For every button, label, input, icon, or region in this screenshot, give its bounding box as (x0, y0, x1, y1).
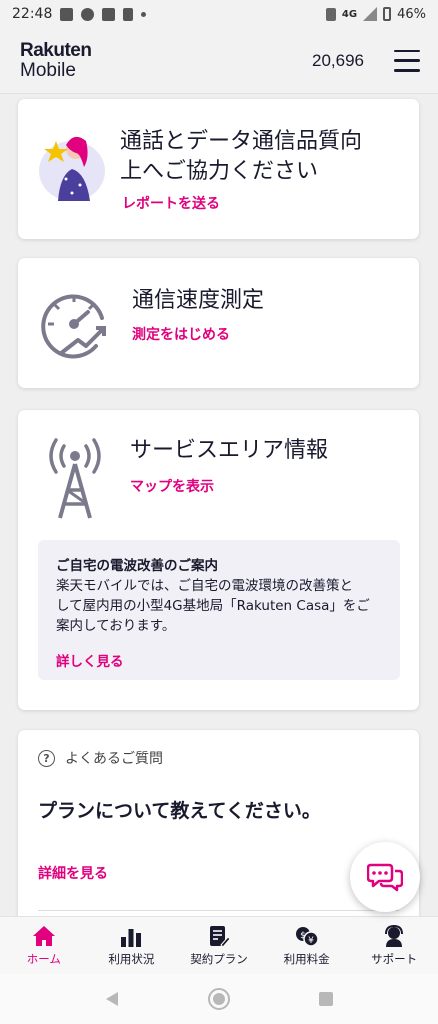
faq-question[interactable]: プランについて教えてください。 (38, 796, 321, 823)
nav-support[interactable]: サポート (350, 917, 438, 974)
nav-usage[interactable]: 利用状況 (88, 917, 176, 974)
settings-notification-icon (81, 7, 95, 21)
nav-fees[interactable]: $ ¥ 利用料金 (263, 917, 351, 974)
notice-details-link[interactable]: 詳しく見る (56, 650, 124, 670)
vibrate-icon (325, 7, 336, 21)
signal-icon (363, 7, 378, 21)
woman-with-star-illustration (39, 136, 105, 201)
support-icon (385, 924, 404, 947)
speed-test-title: 通信速度測定 (132, 288, 265, 313)
fee-icon: $ ¥ (295, 926, 319, 947)
speedometer-icon (41, 294, 106, 359)
svg-text:¥: ¥ (308, 936, 314, 946)
recents-icon[interactable] (318, 991, 334, 1007)
show-map-link[interactable]: マップを表示 (130, 476, 214, 496)
image-notification-icon (60, 7, 74, 21)
faq-divider (38, 910, 399, 911)
home-icon (32, 925, 55, 946)
points-balance[interactable]: 20,696 (312, 51, 364, 71)
quality-report-title: 通話とデータ通信品質向 上へご協力ください (120, 129, 363, 184)
main-content[interactable]: 通話とデータ通信品質向 上へご協力ください レポートを送る 通信速度測定 測定を… (0, 94, 438, 916)
faq-details-link[interactable]: 詳細を見る (38, 863, 108, 883)
bar-chart-icon (121, 928, 142, 947)
question-icon: ? (38, 749, 55, 767)
nav-support-label: サポート (371, 951, 418, 966)
nav-home-label: ホーム (26, 951, 61, 966)
nav-usage-label: 利用状況 (108, 951, 155, 966)
sim-notification-icon (123, 7, 134, 21)
chat-button[interactable] (350, 842, 420, 912)
app-header: Rakuten Mobile 20,696 (0, 28, 438, 94)
quality-report-card[interactable]: 通話とデータ通信品質向 上へご協力ください レポートを送る (18, 99, 419, 239)
network-type: 4G (341, 8, 358, 20)
system-navigation-bar (0, 974, 438, 1024)
home-button-icon[interactable] (207, 987, 231, 1011)
hamburger-icon[interactable] (394, 49, 420, 72)
notice-title: ご自宅の電波改善のご案内 (56, 558, 218, 574)
more-notifications-icon (141, 11, 147, 17)
battery-icon (383, 7, 392, 21)
antenna-tower-icon (49, 438, 101, 519)
news-notification-icon (102, 7, 116, 21)
send-report-link[interactable]: レポートを送る (122, 193, 220, 213)
service-area-card[interactable]: サービスエリア情報 マップを表示 ご自宅の電波改善のご案内 楽天モバイルでは、ご… (18, 410, 419, 710)
faq-header: ? よくあるご質問 (38, 748, 163, 768)
nav-fees-label: 利用料金 (283, 951, 330, 966)
nav-plan-label: 契約プラン (190, 951, 248, 966)
chat-bubbles-icon (367, 863, 403, 892)
nav-plan[interactable]: 契約プラン (175, 917, 263, 974)
rakuten-mobile-logo[interactable]: Rakuten Mobile (20, 40, 92, 81)
back-icon[interactable] (104, 991, 120, 1007)
speed-test-card[interactable]: 通信速度測定 測定をはじめる (18, 258, 419, 388)
start-measure-link[interactable]: 測定をはじめる (132, 324, 230, 344)
nav-home[interactable]: ホーム (0, 917, 88, 974)
notice-body: 楽天モバイルでは、ご自宅の電波環境の改善策と して屋内用の小型4G基地局「Rak… (56, 578, 370, 634)
logo-line1: Rakuten (20, 40, 92, 61)
status-bar: 22:48 4G 46% (0, 0, 438, 28)
home-signal-notice[interactable]: ご自宅の電波改善のご案内 楽天モバイルでは、ご自宅の電波環境の改善策と して屋内… (38, 540, 400, 680)
status-time: 22:48 (12, 6, 53, 22)
bottom-navigation: ホーム 利用状況 契約プラン $ ¥ 利用料金 サポート (0, 916, 438, 974)
battery-level: 46% (397, 6, 426, 22)
faq-header-label: よくあるご質問 (65, 751, 163, 767)
contract-icon (209, 925, 231, 947)
logo-line2: Mobile (20, 60, 76, 81)
service-area-title: サービスエリア情報 (130, 438, 329, 463)
